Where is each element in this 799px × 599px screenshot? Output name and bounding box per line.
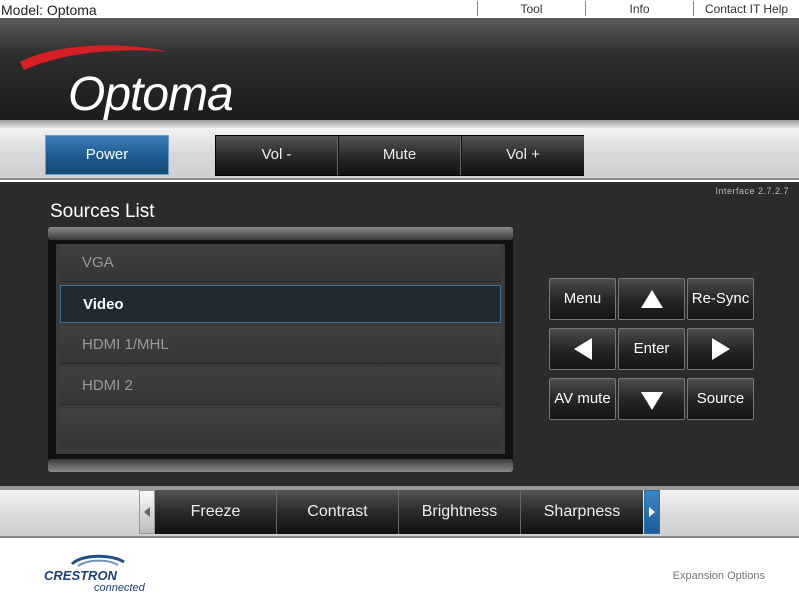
- info-link[interactable]: Info: [586, 2, 693, 16]
- up-arrow-icon: [640, 290, 663, 308]
- volume-up-button[interactable]: Vol +: [462, 136, 584, 175]
- scroll-right-button[interactable]: [644, 490, 660, 534]
- main-panel: Interface 2.7.2.7 Sources List VGA Video…: [0, 182, 799, 486]
- svg-text:Optoma: Optoma: [68, 68, 233, 121]
- resync-button[interactable]: Re-Sync: [687, 278, 754, 320]
- mute-button[interactable]: Mute: [339, 136, 461, 175]
- source-button[interactable]: Source: [687, 378, 754, 420]
- volume-group: Vol - Mute Vol +: [215, 135, 584, 176]
- source-item-empty: [60, 408, 501, 448]
- menu-button[interactable]: Menu: [549, 278, 616, 320]
- tool-link[interactable]: Tool: [478, 2, 585, 16]
- control-bar: Power Vol - Mute Vol +: [0, 128, 799, 180]
- sources-list: VGA Video HDMI 1/MHL HDMI 2: [48, 227, 513, 472]
- scroll-right-icon: [649, 507, 655, 517]
- top-bar: Model: Optoma Tool Info Contact IT Help: [0, 0, 799, 18]
- header-banner: Optoma: [0, 18, 799, 121]
- scroll-left-icon: [144, 507, 150, 517]
- sources-title: Sources List: [50, 201, 155, 222]
- freeze-button[interactable]: Freeze: [155, 490, 277, 534]
- down-arrow-icon: [640, 392, 663, 410]
- function-bar: Freeze Contrast Brightness Sharpness: [0, 490, 799, 538]
- left-arrow-icon: [573, 338, 592, 360]
- right-arrow-icon: [711, 338, 730, 360]
- av-mute-button[interactable]: AV mute: [549, 378, 616, 420]
- sharpness-button[interactable]: Sharpness: [521, 490, 643, 534]
- enter-button[interactable]: Enter: [618, 328, 685, 370]
- up-button[interactable]: [618, 278, 685, 320]
- source-item-vga[interactable]: VGA: [60, 244, 501, 282]
- left-button[interactable]: [549, 328, 616, 370]
- right-button[interactable]: [687, 328, 754, 370]
- model-label: Model: Optoma: [1, 2, 97, 18]
- source-item-video[interactable]: Video: [60, 285, 501, 323]
- svg-text:connected: connected: [94, 582, 146, 594]
- list-frame-top: [48, 227, 513, 240]
- contact-it-help-link[interactable]: Contact IT Help: [694, 2, 799, 16]
- expansion-options-link[interactable]: Expansion Options: [673, 570, 765, 582]
- divider: [0, 120, 799, 128]
- optoma-logo: Optoma: [20, 45, 234, 121]
- footer: CRESTRON connected Expansion Options: [0, 540, 799, 599]
- function-group: Freeze Contrast Brightness Sharpness: [139, 490, 660, 534]
- source-item-hdmi2[interactable]: HDMI 2: [60, 367, 501, 405]
- source-item-hdmi1[interactable]: HDMI 1/MHL: [60, 326, 501, 364]
- power-button[interactable]: Power: [45, 135, 169, 175]
- contrast-button[interactable]: Contrast: [277, 490, 399, 534]
- crestron-logo: CRESTRON connected: [44, 554, 146, 594]
- brightness-button[interactable]: Brightness: [399, 490, 521, 534]
- interface-version: Interface 2.7.2.7: [715, 186, 789, 196]
- scroll-left-button[interactable]: [139, 490, 155, 534]
- volume-down-button[interactable]: Vol -: [216, 136, 338, 175]
- sources-list-body: VGA Video HDMI 1/MHL HDMI 2: [56, 244, 505, 454]
- down-button[interactable]: [618, 378, 685, 420]
- svg-text:CRESTRON: CRESTRON: [44, 568, 118, 583]
- list-frame-bottom: [48, 459, 513, 472]
